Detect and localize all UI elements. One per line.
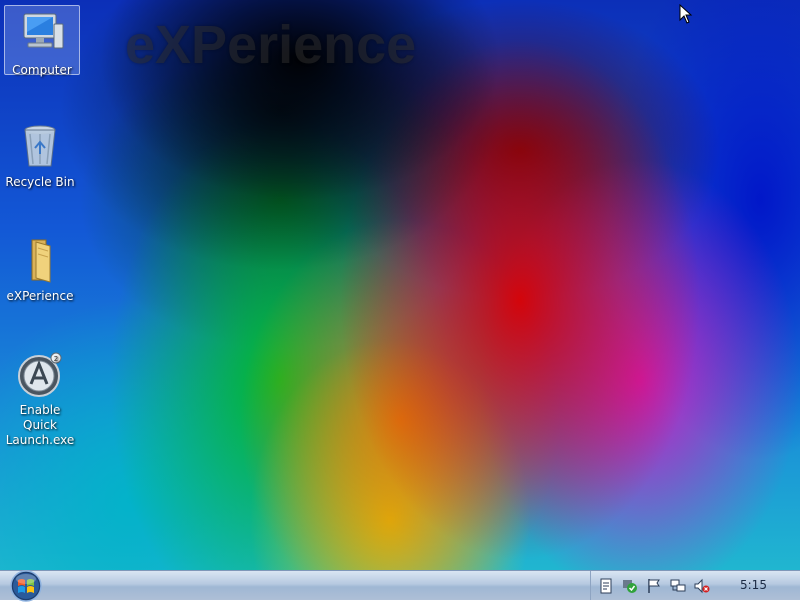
desktop-icon-label: eXPerience [6, 289, 74, 303]
network-icon[interactable] [670, 578, 686, 594]
quick-launch-app-icon: 2 [18, 352, 62, 397]
desktop-icon-experience-folder[interactable]: eXPerience [2, 232, 78, 304]
security-shield-icon[interactable] [622, 578, 638, 594]
desktop-icon-label: Enable Quick Launch.exe [5, 403, 75, 447]
desktop-icon-label: Computer [12, 63, 72, 77]
recycle-bin-icon [24, 125, 56, 167]
desktop-icon-computer[interactable]: Computer [4, 5, 80, 77]
taskbar: 5:15 [0, 569, 800, 603]
desktop-icon-recycle-bin[interactable]: Recycle Bin [2, 118, 78, 190]
desktop[interactable]: eXPerience Computer Recycle Bin eXPerien [0, 0, 800, 570]
taskbar-clock[interactable]: 5:15 [740, 578, 767, 592]
computer-icon [23, 13, 64, 49]
flag-icon[interactable] [646, 578, 662, 594]
desktop-icon-enable-quick-launch[interactable]: 2 Enable Quick Launch.exe [2, 346, 78, 448]
svg-text:2: 2 [54, 355, 58, 363]
desktop-watermark: eXPerience [125, 15, 417, 75]
volume-muted-icon[interactable] [694, 578, 710, 594]
start-orb-icon[interactable] [6, 569, 46, 603]
mouse-cursor-icon [679, 4, 693, 24]
folder-icon [31, 239, 51, 283]
document-icon[interactable] [598, 578, 614, 594]
desktop-icon-label: Recycle Bin [5, 175, 75, 189]
